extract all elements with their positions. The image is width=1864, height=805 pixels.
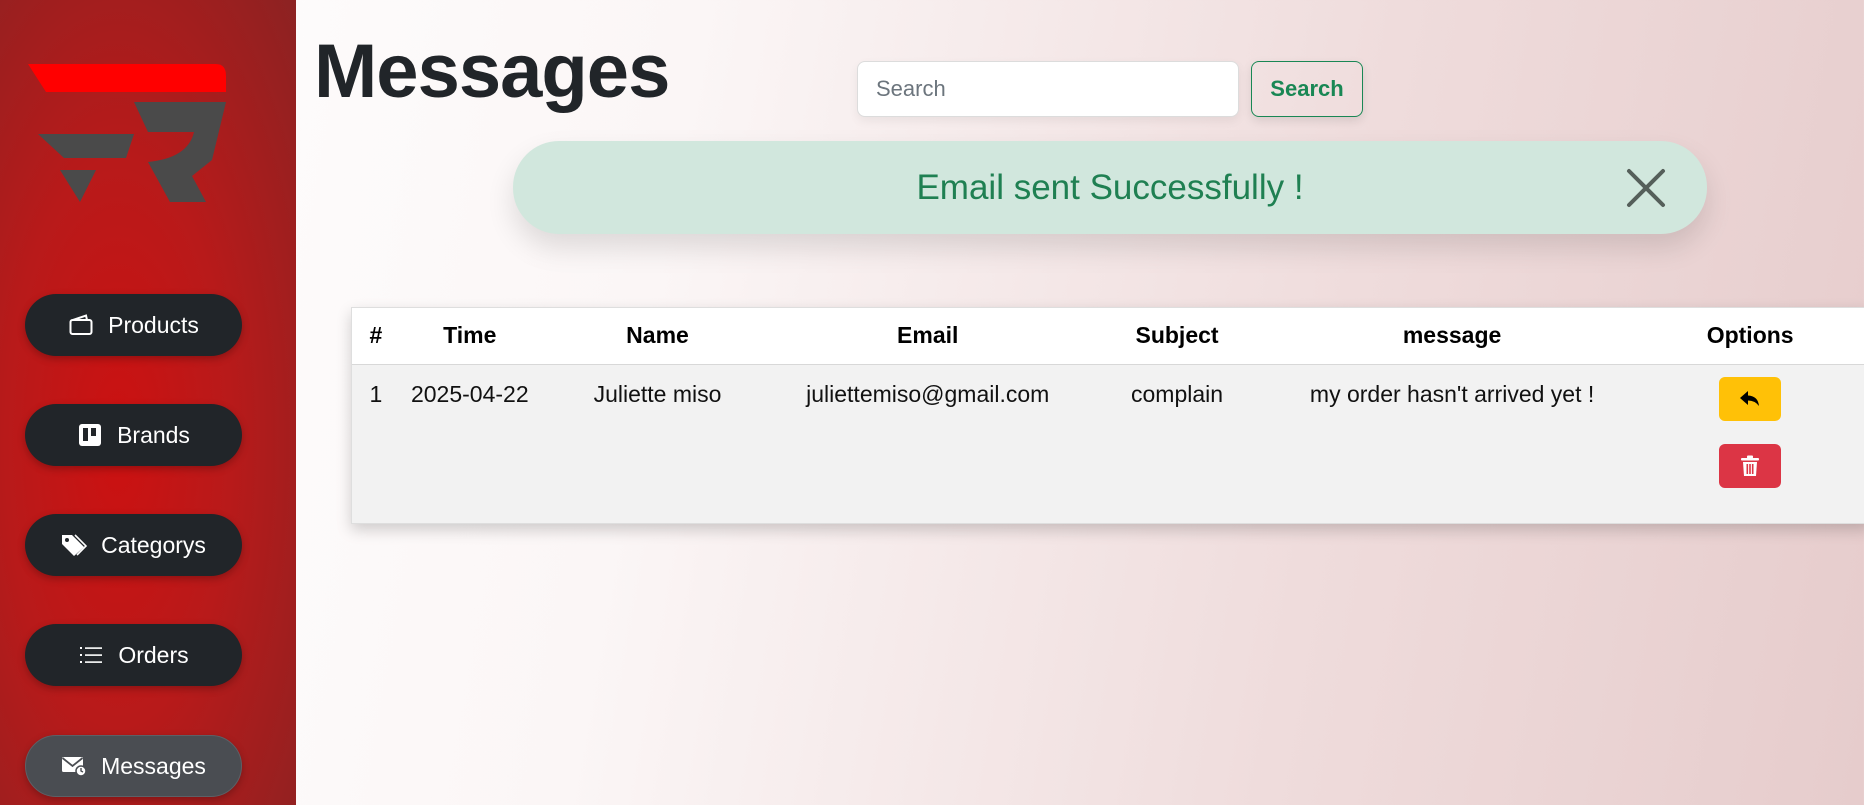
list-icon bbox=[78, 642, 104, 668]
tag-icon bbox=[61, 532, 88, 558]
col-header-options: Options bbox=[1706, 322, 1794, 349]
reply-button[interactable] bbox=[1719, 376, 1782, 421]
page-title: Messages bbox=[314, 29, 670, 114]
board-icon bbox=[77, 422, 103, 448]
alert-message: Email sent Successfully ! bbox=[916, 167, 1304, 207]
sidebar-item-label: Messages bbox=[101, 752, 206, 779]
brand-logo bbox=[28, 64, 226, 202]
cell-time: 2025-04-22 bbox=[410, 380, 529, 407]
col-header-message: message bbox=[1402, 322, 1502, 349]
cell-options bbox=[1630, 364, 1864, 524]
sidebar-item-categorys[interactable]: Categorys bbox=[25, 514, 242, 576]
reply-icon bbox=[1740, 390, 1760, 406]
sidebar-item-label: Products bbox=[108, 311, 199, 338]
table-row: 1 2025-04-22 Juliette miso juliettemiso@… bbox=[352, 364, 1864, 524]
sidebar-item-label: Brands bbox=[117, 421, 190, 448]
cell-email: juliettemiso@gmail.com bbox=[806, 380, 1050, 407]
col-header-name: Name bbox=[626, 322, 689, 349]
delete-button[interactable] bbox=[1719, 443, 1782, 488]
table-header-row: # Time Name Email Subject message Option… bbox=[352, 308, 1864, 364]
col-header-number: # bbox=[369, 322, 383, 349]
sidebar-item-products[interactable]: Products bbox=[25, 294, 242, 356]
cell-message: my order hasn't arrived yet ! bbox=[1309, 380, 1595, 407]
sidebar-item-label: Orders bbox=[118, 641, 189, 668]
envelope-icon bbox=[61, 753, 87, 779]
wallet-icon bbox=[68, 312, 94, 338]
trash-icon bbox=[1741, 455, 1760, 476]
close-icon[interactable] bbox=[1625, 167, 1667, 209]
messages-table: # Time Name Email Subject message Option… bbox=[351, 307, 1864, 524]
sidebar-item-orders[interactable]: Orders bbox=[25, 624, 242, 686]
search-button[interactable]: Search bbox=[1251, 61, 1363, 117]
sidebar-item-brands[interactable]: Brands bbox=[25, 404, 242, 466]
col-header-subject: Subject bbox=[1135, 322, 1219, 349]
sidebar-item-messages[interactable]: Messages bbox=[25, 735, 242, 797]
sidebar-item-label: Categorys bbox=[101, 531, 206, 558]
cell-subject: complain bbox=[1131, 380, 1224, 407]
col-header-time: Time bbox=[443, 322, 497, 349]
cell-name: Juliette miso bbox=[593, 380, 722, 407]
search-input[interactable] bbox=[857, 61, 1239, 117]
col-header-email: Email bbox=[897, 322, 959, 349]
sidebar: Products Brands Categorys Orders Message… bbox=[0, 0, 296, 805]
success-alert: Email sent Successfully ! bbox=[513, 141, 1707, 234]
cell-id: 1 bbox=[369, 380, 383, 407]
